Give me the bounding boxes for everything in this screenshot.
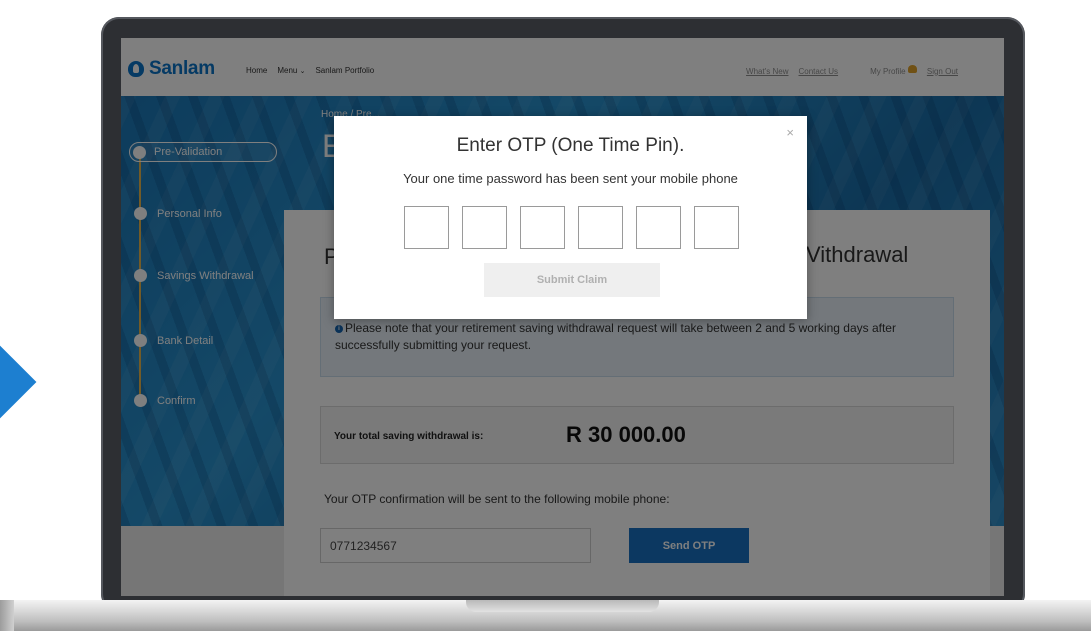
otp-modal: × Enter OTP (One Time Pin). Your one tim…	[334, 116, 807, 319]
laptop-screen: Sanlam Home Menu ⌄ Sanlam Portfolio What…	[121, 38, 1004, 596]
otp-digit-4[interactable]	[578, 206, 623, 249]
otp-digit-3[interactable]	[520, 206, 565, 249]
otp-digit-2[interactable]	[462, 206, 507, 249]
otp-digit-1[interactable]	[404, 206, 449, 249]
submit-claim-button[interactable]: Submit Claim	[484, 263, 660, 297]
decorative-chevron	[0, 339, 37, 425]
otp-input-group	[404, 206, 739, 249]
otp-digit-5[interactable]	[636, 206, 681, 249]
modal-subtitle: Your one time password has been sent you…	[403, 171, 738, 186]
laptop-notch	[466, 600, 659, 612]
otp-digit-6[interactable]	[694, 206, 739, 249]
modal-title: Enter OTP (One Time Pin).	[456, 135, 685, 156]
